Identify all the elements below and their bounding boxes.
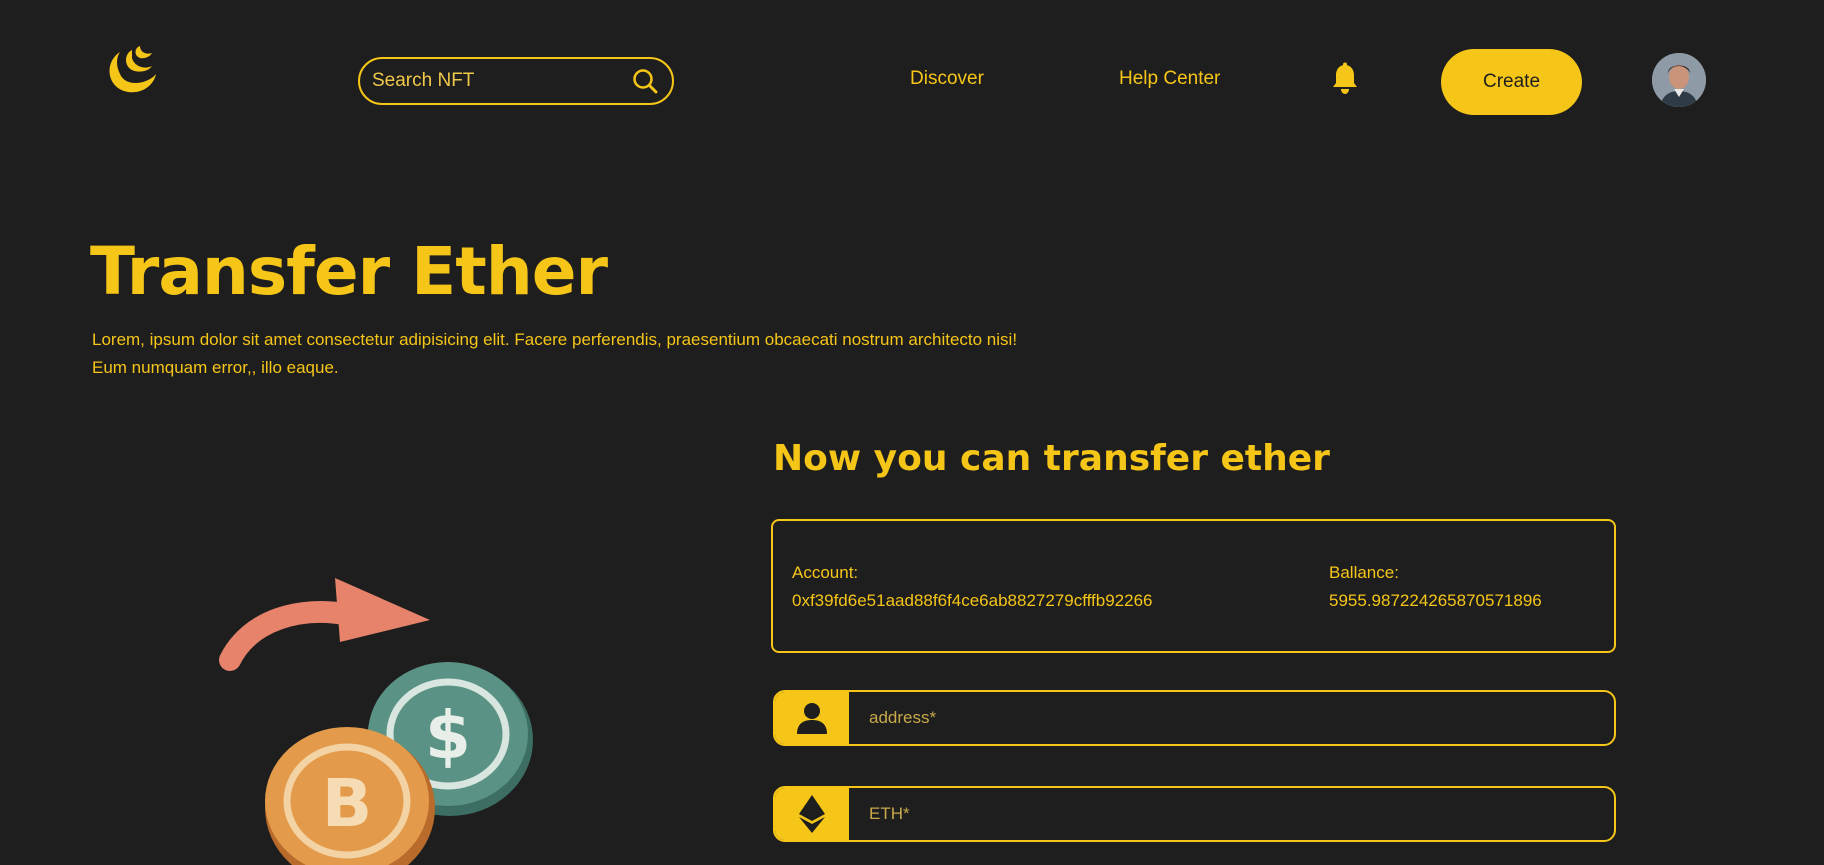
nav-link-discover[interactable]: Discover [910, 68, 984, 90]
crescent-logo-icon[interactable] [98, 44, 158, 100]
avatar-image [1652, 53, 1706, 107]
transfer-heading: Now you can transfer ether [773, 438, 1330, 479]
page-title: Transfer Ether [90, 233, 608, 310]
bell-icon[interactable] [1330, 62, 1360, 96]
account-info-card: Account: 0xf39fd6e51aad88f6f4ce6ab882727… [771, 519, 1616, 653]
user-avatar[interactable] [1652, 53, 1706, 107]
create-button[interactable]: Create [1441, 49, 1582, 115]
address-input[interactable] [849, 692, 1614, 744]
transfer-arrow-icon [219, 578, 430, 671]
search-bar[interactable] [358, 57, 674, 105]
balance-value: 5955.987224265870571896 [1329, 591, 1542, 610]
transfer-illustration: $ B [219, 578, 533, 865]
page-description: Lorem, ipsum dolor sit amet consectetur … [92, 330, 1018, 377]
ethereum-icon [775, 788, 849, 840]
search-icon[interactable] [630, 66, 660, 96]
top-navbar: Discover Help Center Create [0, 0, 1824, 160]
address-field[interactable] [773, 690, 1616, 746]
svg-text:$: $ [425, 697, 471, 774]
eth-amount-field[interactable] [773, 786, 1616, 842]
user-icon [775, 692, 849, 744]
account-label: Account: [792, 563, 859, 582]
svg-text:B: B [322, 765, 372, 842]
search-input[interactable] [372, 70, 630, 92]
account-address: 0xf39fd6e51aad88f6f4ce6ab8827279cfffb922… [792, 591, 1153, 610]
eth-amount-input[interactable] [849, 788, 1614, 840]
nav-link-help-center[interactable]: Help Center [1119, 68, 1220, 90]
balance-label: Ballance: [1329, 563, 1399, 582]
